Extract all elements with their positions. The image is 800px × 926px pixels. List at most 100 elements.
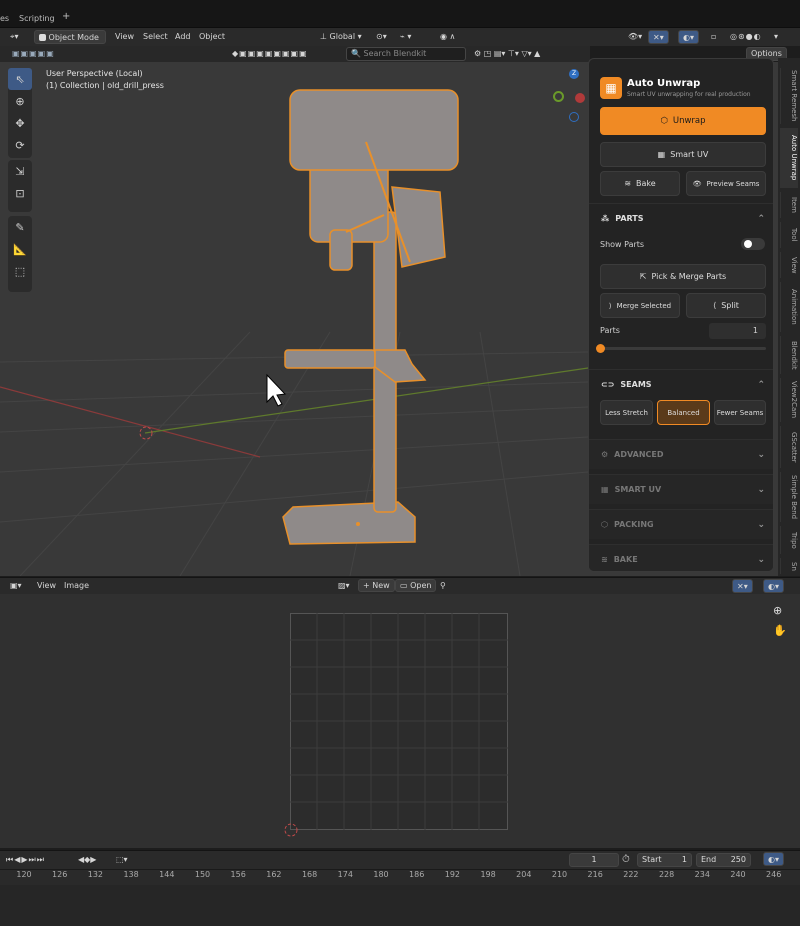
timeline-tick-label: 192 (444, 870, 461, 879)
parts-slider[interactable] (600, 347, 766, 350)
pivot-icon[interactable]: ⊙▾ (372, 30, 391, 44)
sidebar-tab-tool[interactable]: Tool (780, 222, 798, 248)
sidebar-tab-smart-remesh[interactable]: Smart Remesh (780, 68, 798, 124)
autokey-icon[interactable]: ⬚▾ (112, 853, 132, 867)
gizmo-x-axis[interactable] (575, 93, 585, 103)
timeline-tick-label: 222 (623, 870, 639, 879)
timeline-track-area[interactable] (0, 885, 800, 926)
rotate-tool-icon[interactable]: ⟳ (8, 134, 32, 156)
keyframe-nav-icon[interactable]: ◀◆▶ (74, 853, 100, 867)
sidebar-tab-view2cam[interactable]: View2Cam (780, 378, 798, 422)
end-frame-field[interactable]: End 250 (696, 853, 751, 867)
image-browse-icon[interactable]: ▨▾ (334, 579, 354, 593)
uv-overlay-icon[interactable]: ◐▾ (763, 579, 784, 593)
parts-count-label: Parts (600, 326, 620, 335)
toggle-knob (744, 240, 752, 248)
xray-icon[interactable]: ▫ (707, 30, 720, 44)
pan-hand-icon[interactable]: ✋ (773, 624, 787, 637)
menu-view[interactable]: View (111, 30, 138, 44)
workspace-tab-partial[interactable]: es (0, 14, 9, 23)
uv-menu-image[interactable]: Image (60, 579, 93, 593)
playback-controls-icon[interactable]: ⏮◀▶⏭⏭ (2, 853, 49, 867)
workspace-tab-scripting[interactable]: Scripting (19, 14, 55, 23)
smart-uv-section-header[interactable]: ▦ SMART UV ⌄ (589, 474, 773, 504)
merge-selected-button[interactable]: ⟩ Merge Selected (600, 293, 680, 318)
selection-mode-icons[interactable]: ▣▣▣▣▣ (8, 47, 59, 61)
measure-tool-icon[interactable]: 📐 (8, 238, 32, 260)
transform-tool-icon[interactable]: ⊡ (8, 182, 32, 204)
unwrap-button[interactable]: ⬡ Unwrap (600, 107, 766, 135)
mouse-pointer (266, 373, 287, 407)
gizmo-z-axis[interactable]: Z (569, 69, 579, 79)
packing-section-header[interactable]: ⬡ PACKING ⌄ (589, 509, 773, 539)
mode-dropdown[interactable]: Object Mode ▾ (34, 30, 106, 56)
timeline-tick-label: 246 (766, 870, 782, 879)
show-parts-toggle[interactable] (741, 238, 765, 250)
sidebar-tab-auto-unwrap[interactable]: Auto Unwrap (780, 128, 798, 188)
current-frame-field[interactable]: 1 (569, 853, 619, 867)
advanced-section-header[interactable]: ⚙ ADVANCED ⌄ (589, 439, 773, 469)
snap-icon[interactable]: ⌁ ▾ (396, 30, 415, 44)
shading-options-icon[interactable]: ▾ (770, 30, 782, 44)
blendkit-icons[interactable]: ◆▣▣▣▣▣▣▣▣ (228, 47, 312, 61)
timeline-overlay-icon[interactable]: ◐▾ (763, 852, 784, 866)
pick-merge-button[interactable]: ⇱ Pick & Merge Parts (600, 264, 766, 289)
add-cube-tool-icon[interactable]: ⬚ (8, 260, 32, 282)
preview-seams-button[interactable]: 👁 Preview Seams (686, 171, 766, 196)
fewer-seams-button[interactable]: Fewer Seams (714, 400, 766, 425)
zoom-icon[interactable]: ⊕ (773, 604, 782, 617)
sidebar-tab-tripo[interactable]: Tripo (780, 526, 798, 554)
new-image-button[interactable]: + New (358, 579, 395, 592)
bake-button[interactable]: ≋ Bake (600, 171, 680, 196)
balanced-button[interactable]: Balanced (657, 400, 710, 425)
move-tool-icon[interactable]: ✥ (8, 112, 32, 134)
menu-select[interactable]: Select (139, 30, 172, 44)
blendkit-filter-icons[interactable]: ⚙ ◳ ▤▾ ⊤▾ ▽▾ ▲ (470, 47, 544, 61)
sidebar-tab-view[interactable]: View (780, 252, 798, 278)
grid-icon: ▦ (657, 150, 666, 159)
less-stretch-button[interactable]: Less Stretch (600, 400, 653, 425)
pin-icon[interactable]: ⚲ (436, 579, 450, 593)
sidebar-tab-simple-bend[interactable]: Simple Bend (780, 472, 798, 522)
scale-tool-icon[interactable]: ⇲ (8, 160, 32, 182)
sidebar-tab-animation[interactable]: Animation (780, 282, 798, 332)
uv-grid (290, 613, 508, 830)
start-frame-field[interactable]: Start 1 (637, 853, 692, 867)
gizmo-icon[interactable]: ✕▾ (648, 30, 669, 44)
gizmo-y-axis[interactable] (553, 91, 564, 102)
split-button[interactable]: ⟨ Split (686, 293, 766, 318)
sidebar-tab-sn[interactable]: Sn (780, 558, 798, 574)
annotate-tool-icon[interactable]: ✎ (8, 216, 32, 238)
parts-slider-knob[interactable] (596, 344, 605, 353)
timeline-tick-label: 186 (409, 870, 425, 879)
open-image-button[interactable]: ▭ Open (395, 579, 437, 592)
sidebar-tab-item[interactable]: Item (780, 192, 798, 218)
overlay-icon[interactable]: ◐▾ (678, 30, 699, 44)
blendkit-search-input[interactable]: 🔍 Search Blendkit (346, 47, 466, 61)
seams-section-header[interactable]: ⊂⊃ SEAMS ⌃ (589, 369, 773, 399)
uv-gizmo-icon[interactable]: ✕▾ (732, 579, 753, 593)
grid-icon: ▦ (601, 485, 609, 494)
uv-editor[interactable]: ⊕ ✋ (0, 594, 800, 848)
bake-section-header[interactable]: ≋ BAKE ⌄ (589, 544, 773, 571)
menu-add[interactable]: Add (171, 30, 195, 44)
merge-selected-label: Merge Selected (616, 301, 672, 310)
gizmo-neg-z-axis[interactable] (569, 112, 579, 122)
add-workspace-button[interactable]: + (62, 11, 70, 22)
sidebar-tab-blendkit[interactable]: Blendkit (780, 336, 798, 374)
cursor-tool-icon[interactable]: ⊕ (8, 90, 32, 112)
shading-modes-icon[interactable]: ◎⊛●◐ (726, 30, 766, 44)
orientation-dropdown[interactable]: ⊥ Global ▾ (316, 30, 366, 44)
proportional-edit-icon[interactable]: ◉ ∧ (436, 30, 459, 44)
editor-type-icon[interactable]: ⌖▾ (6, 30, 23, 44)
menu-object[interactable]: Object (195, 30, 229, 44)
visibility-icon[interactable]: 👁▾ (624, 30, 646, 44)
sidebar-tab-gscatter[interactable]: GScatter (780, 426, 798, 468)
smart-uv-button[interactable]: ▦ Smart UV (600, 142, 766, 167)
uv-menu-view[interactable]: View (33, 579, 60, 593)
parts-section-header[interactable]: ⁂ PARTS ⌃ (589, 203, 773, 233)
uv-editor-type-icon[interactable]: ▣▾ (6, 579, 26, 593)
parts-count-field[interactable]: 1 (709, 323, 766, 339)
select-tool-icon[interactable]: ⇖ (8, 68, 32, 90)
stopwatch-icon[interactable]: ⏱ (622, 854, 630, 865)
